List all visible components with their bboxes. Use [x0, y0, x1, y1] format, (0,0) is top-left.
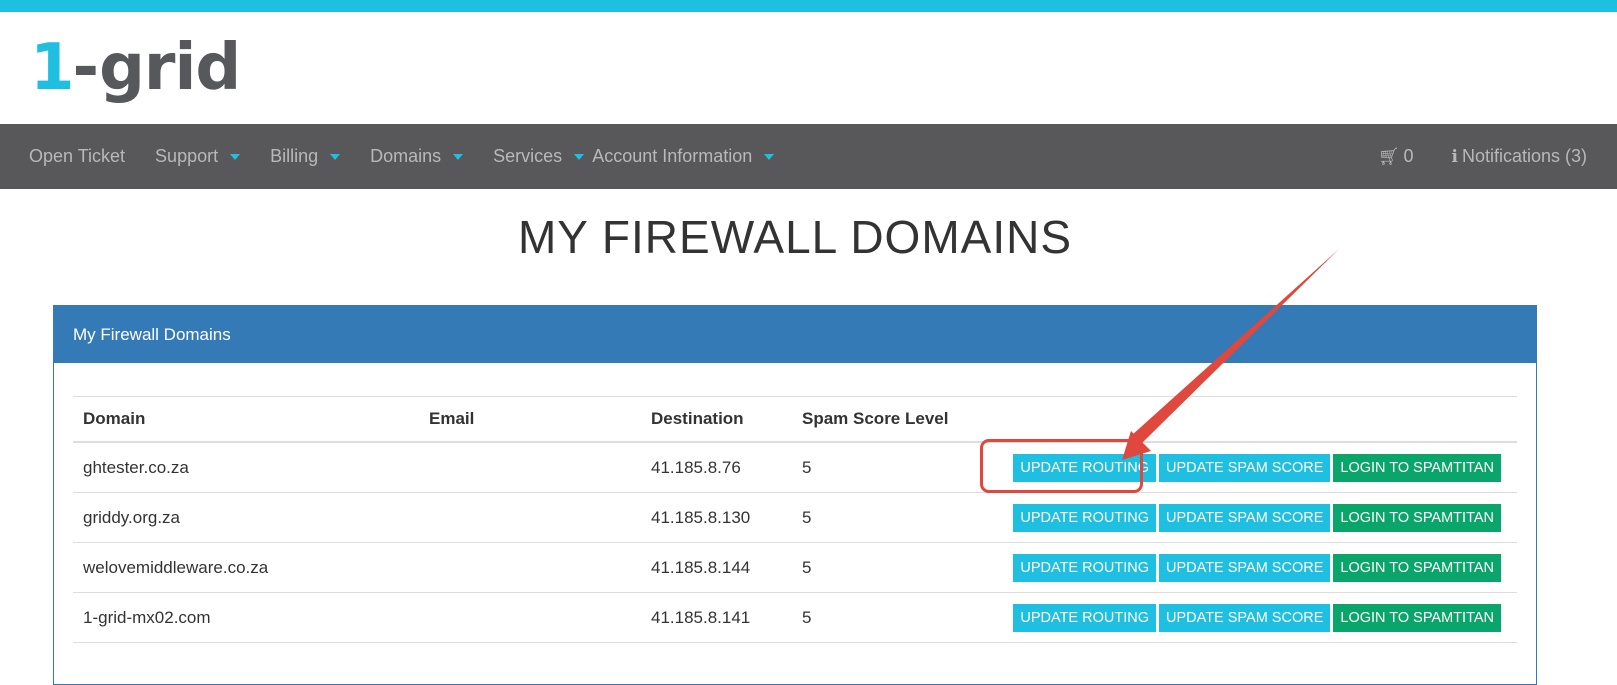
table-row: griddy.org.za 41.185.8.130 5 UPDATE ROUT…: [73, 492, 1517, 543]
nav-support-label: Support: [155, 146, 219, 166]
cell-email: [419, 442, 641, 493]
firewall-domains-panel: My Firewall Domains Domain Email Destina…: [53, 305, 1537, 685]
main-navbar: Open Ticket Support Billing Domains Serv…: [0, 124, 1617, 189]
cell-spam-score: 5: [792, 592, 980, 643]
table-row: welovemiddleware.co.za 41.185.8.144 5 UP…: [73, 542, 1517, 593]
nav-services-label: Services: [493, 146, 563, 166]
cell-actions: UPDATE ROUTING UPDATE SPAM SCORE LOGIN TO …: [980, 492, 1517, 543]
update-routing-button[interactable]: UPDATE ROUTING: [1013, 553, 1156, 582]
nav-billing[interactable]: Billing: [270, 146, 341, 167]
header-domain: Domain: [73, 396, 419, 443]
caret-down-icon: [453, 153, 464, 160]
login-spamtitan-button[interactable]: LOGIN TO SPAMTITAN: [1333, 603, 1501, 632]
header-destination: Destination: [641, 396, 792, 443]
cell-email: [419, 542, 641, 593]
header-email: Email: [419, 396, 641, 443]
nav-cart[interactable]: 🛒︎ 0: [1378, 146, 1414, 167]
nav-open-ticket[interactable]: Open Ticket: [29, 146, 125, 167]
domains-table: Domain Email Destination Spam Score Leve…: [73, 396, 1517, 643]
annotation-highlight-box: [980, 439, 1143, 493]
cell-email: [419, 592, 641, 643]
top-accent-bar: [0, 0, 1617, 12]
notifications-label: Notifications (3): [1461, 146, 1587, 166]
login-spamtitan-button[interactable]: LOGIN TO SPAMTITAN: [1333, 503, 1501, 532]
panel-heading: My Firewall Domains: [54, 306, 1536, 363]
page-title: MY FIREWALL DOMAINS: [517, 211, 1073, 263]
nav-services[interactable]: Services: [493, 146, 592, 167]
table-header-row: Domain Email Destination Spam Score Leve…: [73, 396, 1517, 443]
cell-spam-score: 5: [792, 542, 980, 593]
nav-billing-label: Billing: [270, 146, 319, 166]
table-row: 1-grid-mx02.com 41.185.8.141 5 UPDATE RO…: [73, 592, 1517, 643]
cell-spam-score: 5: [792, 442, 980, 493]
cell-spam-score: 5: [792, 492, 980, 543]
cell-destination: 41.185.8.130: [641, 492, 792, 543]
cell-domain: 1-grid-mx02.com: [73, 592, 419, 643]
header-spam-score: Spam Score Level: [792, 396, 980, 443]
nav-account-information[interactable]: Account Information: [592, 146, 775, 167]
cell-email: [419, 492, 641, 543]
header-actions: [980, 396, 1517, 443]
update-spam-score-button[interactable]: UPDATE SPAM SCORE: [1158, 503, 1331, 532]
cell-domain: welovemiddleware.co.za: [73, 542, 419, 593]
caret-down-icon: [230, 153, 241, 160]
logo-number: 1: [30, 31, 75, 105]
cell-domain: griddy.org.za: [73, 492, 419, 543]
cart-icon: 🛒︎: [1377, 146, 1400, 166]
cell-destination: 41.185.8.76: [641, 442, 792, 493]
login-spamtitan-button[interactable]: LOGIN TO SPAMTITAN: [1333, 553, 1501, 582]
cell-domain: ghtester.co.za: [73, 442, 419, 493]
nav-right: 🛒︎ 0 i Notifications (3): [1340, 124, 1587, 189]
logo[interactable]: 1 - grid: [30, 22, 241, 114]
nav-support[interactable]: Support: [155, 146, 241, 167]
update-spam-score-button[interactable]: UPDATE SPAM SCORE: [1158, 553, 1331, 582]
cell-destination: 41.185.8.144: [641, 542, 792, 593]
cart-count: 0: [1403, 146, 1414, 166]
update-routing-button[interactable]: UPDATE ROUTING: [1013, 503, 1156, 532]
login-spamtitan-button[interactable]: LOGIN TO SPAMTITAN: [1333, 453, 1501, 482]
caret-down-icon: [574, 153, 585, 160]
cell-actions: UPDATE ROUTING UPDATE SPAM SCORE LOGIN TO …: [980, 542, 1517, 593]
nav-notifications[interactable]: i Notifications (3): [1451, 146, 1587, 167]
table-row: ghtester.co.za 41.185.8.76 5 UPDATE ROUT…: [73, 442, 1517, 493]
nav-domains-label: Domains: [370, 146, 442, 166]
update-spam-score-button[interactable]: UPDATE SPAM SCORE: [1158, 453, 1331, 482]
caret-down-icon: [330, 153, 341, 160]
nav-account-information-label: Account Information: [592, 146, 753, 166]
update-routing-button[interactable]: UPDATE ROUTING: [1013, 603, 1156, 632]
nav-domains[interactable]: Domains: [370, 146, 464, 167]
update-spam-score-button[interactable]: UPDATE SPAM SCORE: [1158, 603, 1331, 632]
info-icon: i: [1451, 146, 1458, 167]
logo-dash: -: [72, 31, 100, 105]
logo-word: grid: [99, 31, 241, 105]
nav-open-ticket-label: Open Ticket: [29, 146, 126, 166]
cell-actions: UPDATE ROUTING UPDATE SPAM SCORE LOGIN TO …: [980, 592, 1517, 643]
caret-down-icon: [764, 153, 775, 160]
cell-destination: 41.185.8.141: [641, 592, 792, 643]
